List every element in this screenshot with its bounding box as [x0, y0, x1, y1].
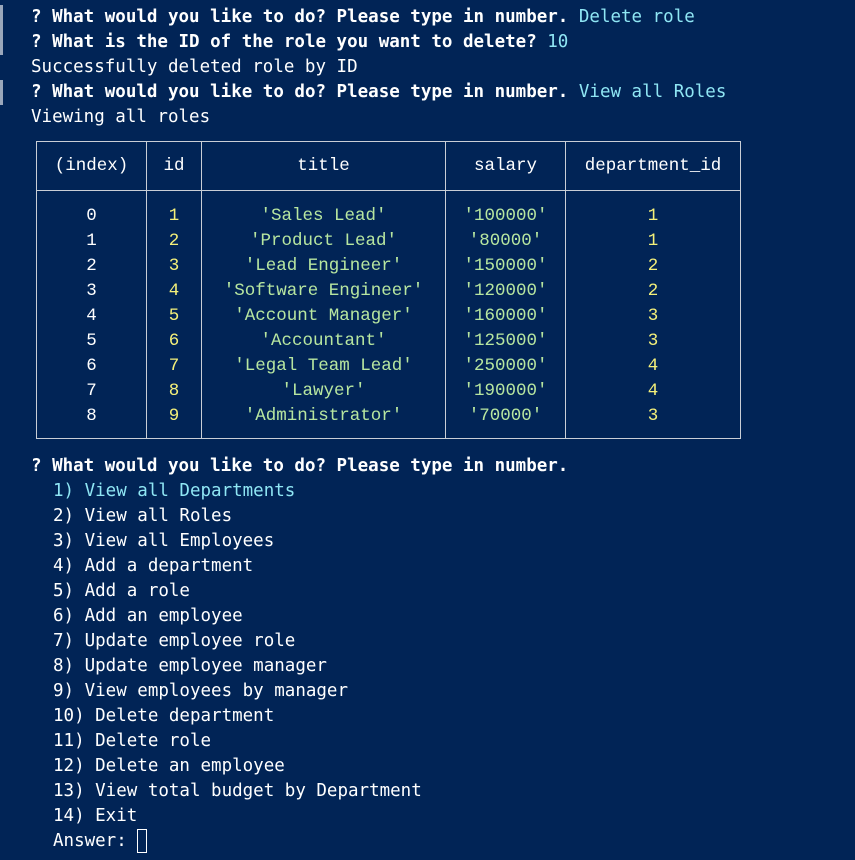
menu-option[interactable]: 11) Delete role: [53, 729, 211, 754]
cell-salary: '160000': [463, 306, 548, 326]
cell-index: 2: [86, 256, 97, 276]
cell-index: 7: [86, 381, 97, 401]
cell-department-id: 4: [647, 356, 659, 376]
status-message: Viewing all roles: [31, 107, 211, 127]
cell-department-id: 3: [647, 406, 659, 426]
column-header-department-id: department_id: [584, 156, 722, 176]
answer-text: Delete role: [578, 7, 695, 27]
cell-id: 4: [168, 281, 180, 301]
history-line-2: ? What is the ID of the role you want to…: [31, 30, 568, 55]
cell-id: 5: [168, 306, 180, 326]
cell-title: 'Product Lead': [249, 231, 398, 251]
cell-title: 'Account Manager': [234, 306, 413, 326]
cell-salary: '120000': [463, 281, 548, 301]
cell-department-id: 1: [647, 206, 659, 226]
cell-index: 8: [86, 406, 97, 426]
cell-id: 6: [168, 331, 180, 351]
cell-index: 1: [86, 231, 97, 251]
cell-title: 'Lawyer': [281, 381, 366, 401]
cell-department-id: 3: [647, 306, 659, 326]
cell-id: 2: [168, 231, 180, 251]
text-cursor[interactable]: [137, 829, 148, 853]
header-divider: [37, 190, 740, 191]
menu-option[interactable]: 2) View all Roles: [53, 504, 232, 529]
cell-department-id: 2: [647, 256, 659, 276]
cell-title: 'Accountant': [260, 331, 387, 351]
cell-title: 'Lead Engineer': [244, 256, 403, 276]
history-line-1: ? What would you like to do? Please type…: [31, 5, 695, 30]
cell-index: 3: [86, 281, 97, 301]
cell-salary: '80000': [468, 231, 543, 251]
column-header-salary: salary: [473, 156, 537, 176]
menu-option[interactable]: 4) Add a department: [53, 554, 253, 579]
terminal-window[interactable]: ? What would you like to do? Please type…: [0, 0, 855, 860]
menu-option[interactable]: 8) Update employee manager: [53, 654, 327, 679]
cell-index: 0: [86, 206, 97, 226]
cell-index: 6: [86, 356, 97, 376]
cell-salary: '70000': [468, 406, 543, 426]
line-marker: [0, 30, 3, 55]
answer-line[interactable]: Answer:: [53, 829, 148, 854]
cell-id: 7: [168, 356, 180, 376]
cell-salary: '250000': [463, 356, 548, 376]
line-marker: [0, 5, 3, 30]
menu-option[interactable]: 13) View total budget by Department: [53, 779, 422, 804]
history-line-4: ? What would you like to do? Please type…: [31, 80, 726, 105]
question-text: What is the ID of the role you want to d…: [52, 32, 548, 52]
question-text: What would you like to do? Please type i…: [52, 7, 579, 27]
prompt-mark: ?: [31, 456, 53, 476]
menu-option[interactable]: 3) View all Employees: [53, 529, 274, 554]
cell-department-id: 3: [647, 331, 659, 351]
prompt-question: What would you like to do? Please type i…: [52, 456, 569, 476]
cell-id: 3: [168, 256, 180, 276]
cell-index: 5: [86, 331, 97, 351]
status-message: Successfully deleted role by ID: [31, 57, 358, 77]
prompt-line: ? What would you like to do? Please type…: [31, 454, 568, 479]
column-header-id: id: [163, 156, 185, 176]
menu-option[interactable]: 9) View employees by manager: [53, 679, 348, 704]
menu-option[interactable]: 12) Delete an employee: [53, 754, 285, 779]
cell-salary: '190000': [463, 381, 548, 401]
cell-department-id: 4: [647, 381, 659, 401]
cell-title: 'Legal Team Lead': [234, 356, 413, 376]
cell-title: 'Sales Lead': [260, 206, 387, 226]
cell-department-id: 1: [647, 231, 659, 251]
menu-option[interactable]: 6) Add an employee: [53, 604, 243, 629]
cell-id: 9: [168, 406, 180, 426]
line-marker: [0, 80, 3, 105]
menu-option[interactable]: 10) Delete department: [53, 704, 274, 729]
menu-option[interactable]: 5) Add a role: [53, 579, 190, 604]
column-header-index: (index): [54, 156, 129, 176]
menu-option[interactable]: 7) Update employee role: [53, 629, 295, 654]
answer-label: Answer:: [53, 831, 138, 851]
cell-salary: '100000': [463, 206, 548, 226]
prompt-mark: ?: [31, 82, 53, 102]
cell-salary: '150000': [463, 256, 548, 276]
prompt-mark: ?: [31, 7, 53, 27]
cell-title: 'Administrator': [244, 406, 403, 426]
answer-text: View all Roles: [578, 82, 727, 102]
cell-id: 8: [168, 381, 180, 401]
cell-department-id: 2: [647, 281, 659, 301]
cell-id: 1: [168, 206, 180, 226]
roles-table: (index) id title salary department_id 0 1…: [36, 141, 741, 439]
menu-option[interactable]: 1) View all Departments: [53, 479, 295, 504]
prompt-mark: ?: [31, 32, 53, 52]
column-header-title: title: [297, 156, 350, 176]
question-text: What would you like to do? Please type i…: [52, 82, 579, 102]
cell-index: 4: [86, 306, 97, 326]
answer-text: 10: [547, 32, 569, 52]
cell-salary: '125000': [463, 331, 548, 351]
cell-title: 'Software Engineer': [223, 281, 424, 301]
menu-option[interactable]: 14) Exit: [53, 804, 137, 829]
